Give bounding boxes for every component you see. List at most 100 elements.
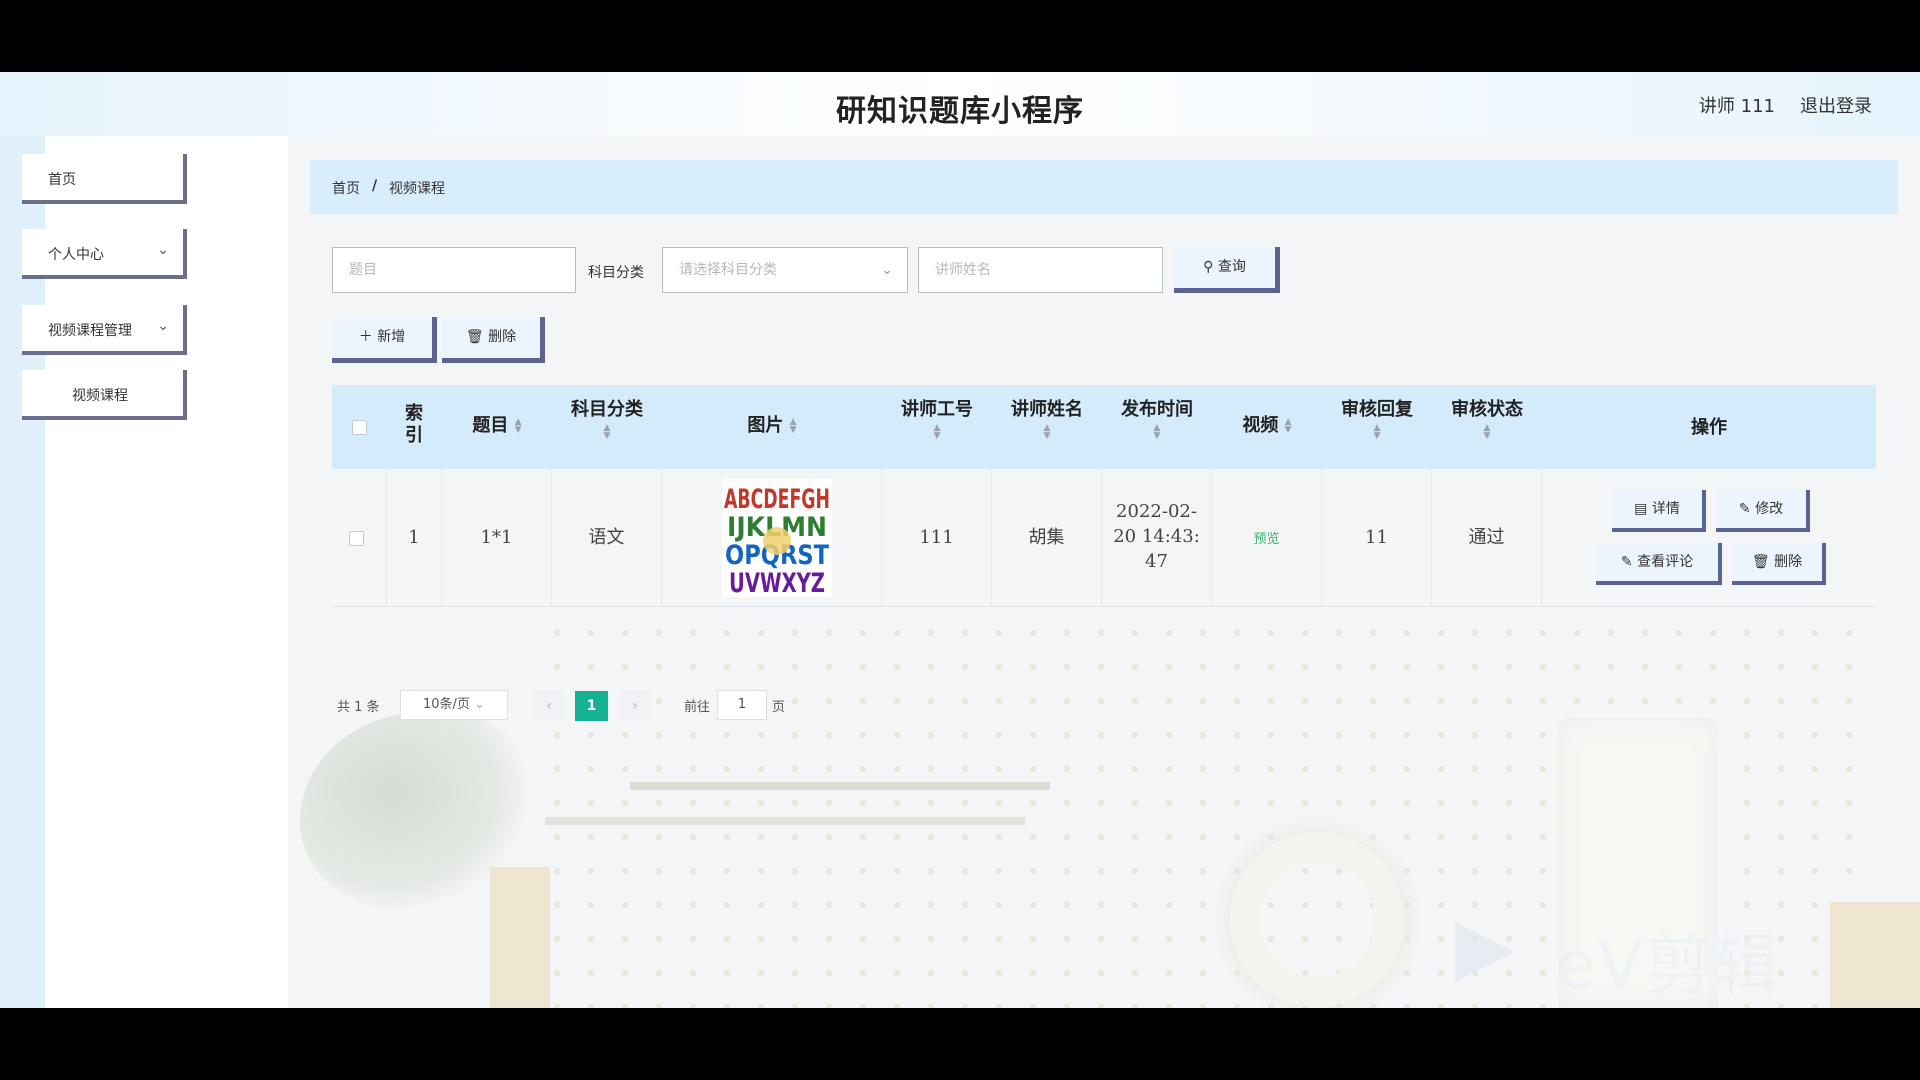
sort-icon[interactable]: ▲ ▼ <box>1044 424 1051 441</box>
cell-title: 1*1 <box>442 469 552 607</box>
pagination-total: 共 1 条 <box>337 700 380 715</box>
trash-icon: 🗑 <box>465 329 484 345</box>
course-thumbnail[interactable]: ABCDEFGH IJKLMN OPQRST UVWXYZ <box>722 479 832 599</box>
publish-time-text: 2022-02-20 14:43:47 <box>1113 501 1200 572</box>
cell-index: 1 <box>387 469 442 607</box>
search-icon: ⚲ <box>1203 259 1214 275</box>
page-number-current[interactable]: 1 <box>575 691 608 721</box>
sidebar-item-personal-center[interactable]: 个人中心 ⌄ <box>22 229 187 279</box>
play-logo-icon <box>1455 922 1515 982</box>
select-all-checkbox[interactable] <box>352 420 367 435</box>
query-button[interactable]: ⚲ 查询 <box>1174 247 1280 293</box>
video-preview-link[interactable]: 预览 <box>1253 532 1279 547</box>
delete-button-label: 删除 <box>488 329 517 345</box>
prev-page-button[interactable]: ‹ <box>534 691 564 721</box>
column-header-label: 审核状态 <box>1451 399 1523 420</box>
page-suffix-label: 页 <box>772 700 786 715</box>
sort-icon[interactable]: ▲ ▼ <box>604 424 611 441</box>
table-header: 索引 题目 ▲ ▼ 科目分类 ▲ ▼ 图片 ▲ ▼ 讲师工号 ▲ ▼ 讲师姓名 ▲ ▼ 发… <box>332 385 1876 469</box>
sort-icon[interactable]: ▲ ▼ <box>515 418 522 435</box>
column-header-actions: 操作 <box>1542 385 1876 469</box>
column-header-review-reply[interactable]: 审核回复 ▲ ▼ <box>1322 385 1432 469</box>
breadcrumb-separator: / <box>372 178 378 194</box>
column-header-label: 操作 <box>1691 417 1727 438</box>
column-header-title[interactable]: 题目 ▲ ▼ <box>442 385 552 469</box>
sidebar-item-label: 首页 <box>48 172 76 188</box>
column-header-label: 讲师工号 <box>901 399 973 420</box>
column-header-category[interactable]: 科目分类 ▲ ▼ <box>552 385 662 469</box>
column-header-label: 科目分类 <box>571 399 643 420</box>
column-header-publish-time[interactable]: 发布时间 ▲ ▼ <box>1102 385 1212 469</box>
breadcrumb-current: 视频课程 <box>389 181 445 197</box>
sort-icon[interactable]: ▲ ▼ <box>1374 424 1381 441</box>
app-screen: 研知识题库小程序 讲师 111 退出登录 首页 个人中心 ⌄ 视频课程管理 ⌄ … <box>0 72 1920 1008</box>
chevron-down-icon: ⌄ <box>881 262 893 278</box>
view-comments-label: 查看评论 <box>1637 554 1694 570</box>
checkbox-cell <box>332 469 387 607</box>
goto-page-input[interactable]: 1 <box>717 690 767 720</box>
query-button-label: 查询 <box>1217 259 1246 275</box>
column-header-image[interactable]: 图片 ▲ ▼ <box>662 385 882 469</box>
chevron-down-icon: ⌄ <box>157 242 169 258</box>
title-search-input[interactable]: 题目 <box>332 247 576 293</box>
sidebar-item-label: 个人中心 <box>48 247 104 263</box>
sort-icon[interactable]: ▲ ▼ <box>790 418 797 435</box>
sidebar-item-home[interactable]: 首页 <box>22 154 187 204</box>
column-header-label: 发布时间 <box>1121 399 1193 420</box>
row-delete-button[interactable]: 🗑 删除 <box>1732 543 1826 585</box>
cell-video: 预览 <box>1212 469 1322 607</box>
teacher-name-input[interactable]: 讲师姓名 <box>918 247 1163 293</box>
column-header-label: 索引 <box>405 403 423 446</box>
column-header-label: 讲师姓名 <box>1011 399 1083 420</box>
detail-button-label: 详情 <box>1651 501 1680 517</box>
alphabet-line: UVWXYZ <box>729 568 825 597</box>
sidebar-item-label: 视频课程 <box>72 388 128 404</box>
detail-button[interactable]: ▤ 详情 <box>1612 490 1706 532</box>
sort-icon[interactable]: ▲ ▼ <box>1484 424 1491 441</box>
cell-review-status: 通过 <box>1432 469 1542 607</box>
batch-delete-button[interactable]: 🗑 删除 <box>442 317 545 363</box>
column-header-video[interactable]: 视频 ▲ ▼ <box>1212 385 1322 469</box>
logout-link[interactable]: 退出登录 <box>1800 92 1872 118</box>
plus-icon: ＋ <box>358 329 373 345</box>
background-shelf <box>545 817 1025 825</box>
cell-teacher-id: 111 <box>882 469 992 607</box>
background-ring <box>1230 832 1405 1007</box>
edit-button[interactable]: ✎ 修改 <box>1716 490 1810 532</box>
sort-icon[interactable]: ▲ ▼ <box>934 424 941 441</box>
character-figure <box>763 527 791 555</box>
page-size-select[interactable]: 10条/页 ⌄ <box>400 690 508 720</box>
row-delete-label: 删除 <box>1774 554 1803 570</box>
chevron-down-icon: ⌄ <box>474 697 485 712</box>
sidebar-item-label: 视频课程管理 <box>48 323 132 339</box>
chevron-down-icon: ⌄ <box>157 318 169 334</box>
cell-category: 语文 <box>552 469 662 607</box>
sidebar-item-video-course-management[interactable]: 视频课程管理 ⌄ <box>22 305 187 355</box>
category-select[interactable]: 请选择科目分类 ⌄ <box>662 247 908 293</box>
add-button[interactable]: ＋ 新增 <box>332 317 437 363</box>
next-page-button[interactable]: › <box>620 691 650 721</box>
edit-button-label: 修改 <box>1755 501 1784 517</box>
breadcrumb: 首页 / 视频课程 <box>310 160 1898 214</box>
watermark: eV剪辑 <box>1455 912 1835 1004</box>
app-title: 研知识题库小程序 <box>836 94 1084 129</box>
sort-icon[interactable]: ▲ ▼ <box>1285 418 1292 435</box>
column-header-review-status[interactable]: 审核状态 ▲ ▼ <box>1432 385 1542 469</box>
column-header-teacher-name[interactable]: 讲师姓名 ▲ ▼ <box>992 385 1102 469</box>
view-comments-button[interactable]: ✎ 查看评论 <box>1596 543 1722 585</box>
cell-review-reply: 11 <box>1322 469 1432 607</box>
document-icon: ▤ <box>1634 501 1648 517</box>
watermark-text: eV剪辑 <box>1555 927 1781 1004</box>
column-header-index[interactable]: 索引 <box>387 385 442 469</box>
background-shelf <box>630 782 1050 790</box>
goto-label: 前往 <box>684 700 711 715</box>
column-header-label: 题目 <box>472 415 509 436</box>
background-block <box>490 867 550 1008</box>
trash-icon: 🗑 <box>1751 554 1770 570</box>
column-header-label: 图片 <box>747 415 784 436</box>
breadcrumb-home[interactable]: 首页 <box>332 178 360 198</box>
column-header-teacher-id[interactable]: 讲师工号 ▲ ▼ <box>882 385 992 469</box>
sort-icon[interactable]: ▲ ▼ <box>1154 424 1161 441</box>
edit-icon: ✎ <box>1620 554 1633 570</box>
sidebar-item-video-course[interactable]: 视频课程 <box>22 370 187 420</box>
